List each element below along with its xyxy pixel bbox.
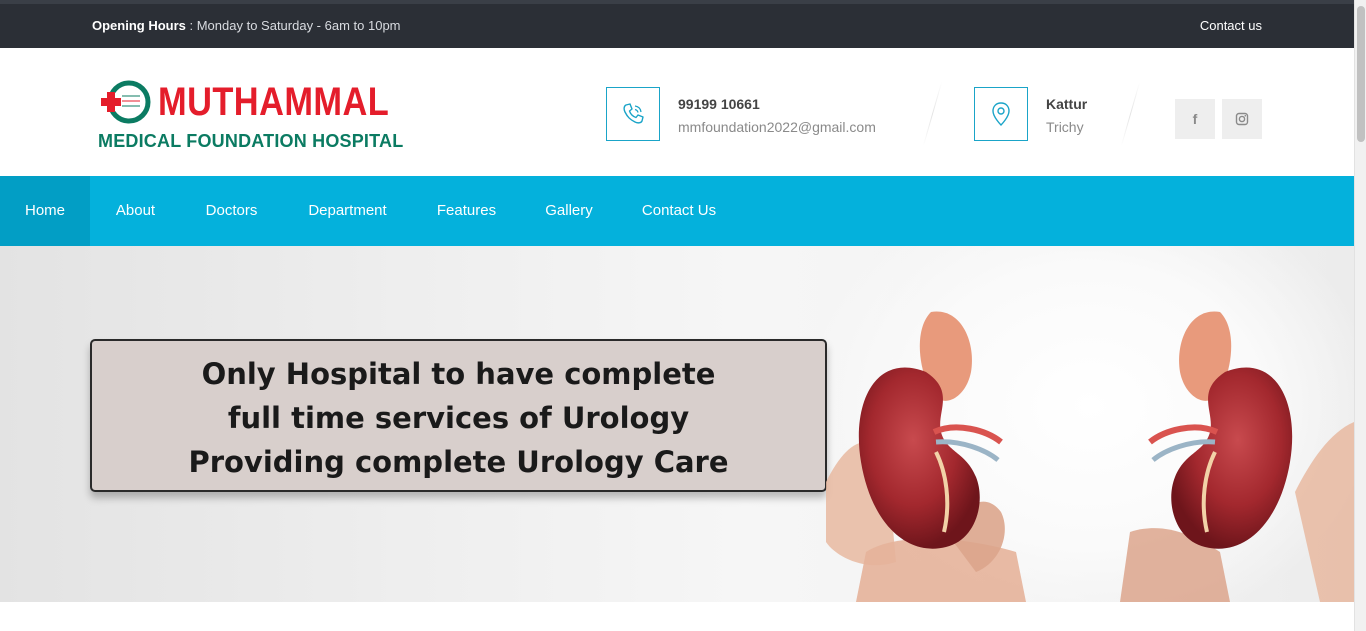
location-city: Trichy	[1046, 119, 1084, 135]
kidney-right-illustration	[1120, 311, 1354, 602]
facebook-button[interactable]: f	[1175, 99, 1215, 139]
instagram-icon	[1235, 112, 1249, 126]
scrollbar-thumb[interactable]	[1357, 6, 1365, 142]
kidney-left-illustration	[826, 311, 1026, 602]
nav-item-home[interactable]: Home	[0, 176, 90, 246]
site-header: MUTHAMMAL MEDICAL FOUNDATION HOSPITAL 99…	[0, 48, 1354, 176]
phone-number[interactable]: 99199 10661	[678, 95, 876, 113]
top-bar: Opening Hours : Monday to Saturday - 6am…	[0, 0, 1354, 48]
banner-line-1: Only Hospital to have complete	[201, 357, 716, 391]
location-icon-box	[974, 87, 1028, 141]
main-navigation: Home About Doctors Department Features G…	[0, 176, 1354, 246]
banner-line-3: Providing complete Urology Care	[188, 445, 729, 479]
logo-name: MUTHAMMAL	[158, 80, 390, 124]
nav-item-about[interactable]: About	[90, 176, 181, 246]
banner-line-2: full time services of Urology	[227, 401, 690, 435]
map-pin-icon	[992, 102, 1010, 126]
opening-hours-label: Opening Hours	[92, 18, 186, 33]
phone-info: 99199 10661 mmfoundation2022@gmail.com	[606, 87, 926, 141]
urology-banner: Only Hospital to have complete full time…	[90, 339, 827, 492]
nav-item-contact-us[interactable]: Contact Us	[618, 176, 740, 246]
email-address[interactable]: mmfoundation2022@gmail.com	[678, 117, 876, 137]
content-area	[0, 602, 1354, 631]
hospital-logo[interactable]: MUTHAMMAL MEDICAL FOUNDATION HOSPITAL	[98, 78, 403, 153]
medical-cross-logo-icon	[101, 80, 151, 124]
phone-icon	[623, 103, 644, 124]
logo-subtitle: MEDICAL FOUNDATION HOSPITAL	[98, 131, 404, 151]
nav-item-features[interactable]: Features	[413, 176, 520, 246]
location-area: Kattur	[1046, 96, 1088, 112]
instagram-button[interactable]	[1222, 99, 1262, 139]
phone-icon-box	[606, 87, 660, 141]
opening-hours: Opening Hours : Monday to Saturday - 6am…	[92, 18, 401, 33]
nav-item-doctors[interactable]: Doctors	[181, 176, 282, 246]
opening-hours-value: : Monday to Saturday - 6am to 10pm	[185, 18, 401, 33]
page-scrollbar[interactable]	[1354, 0, 1366, 631]
nav-item-gallery[interactable]: Gallery	[520, 176, 618, 246]
facebook-icon: f	[1192, 111, 1198, 127]
hero-slider: Only Hospital to have complete full time…	[0, 246, 1354, 602]
location-info: Kattur Trichy	[974, 87, 1124, 141]
nav-item-department[interactable]: Department	[282, 176, 413, 246]
topbar-contact-link[interactable]: Contact us	[1200, 18, 1262, 33]
